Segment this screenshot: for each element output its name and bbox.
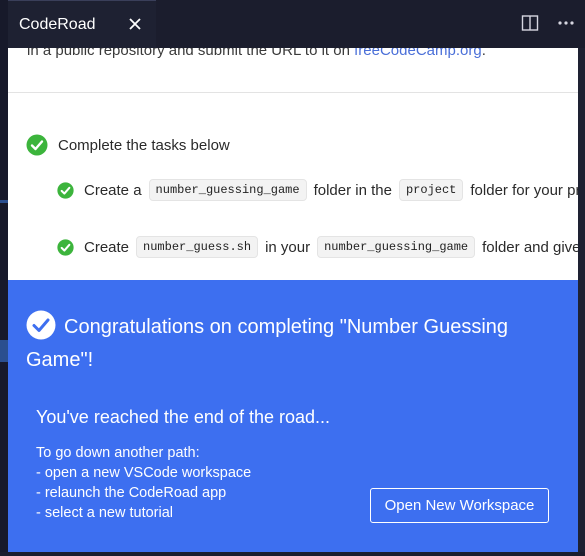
bottom-edge: [0, 552, 585, 556]
inline-code: number_guessing_game: [317, 236, 476, 258]
edge-marker: [0, 340, 8, 362]
check-circle-icon: [57, 181, 74, 199]
intro-suffix: .: [481, 48, 486, 59]
banner-subtitle: You've reached the end of the road...: [36, 407, 330, 427]
check-circle-icon: [26, 310, 56, 340]
right-edge: [578, 48, 585, 552]
divider: [8, 92, 578, 93]
tasks-heading: Complete the tasks below: [58, 136, 230, 154]
left-edge: [0, 0, 8, 556]
next-steps-list: To go down another path: - open a new VS…: [36, 443, 251, 523]
next-steps-line: To go down another path:: [36, 445, 200, 461]
tab-bar: CodeRoad: [8, 0, 585, 48]
task-text-pre: Create a: [84, 181, 142, 199]
tasks-heading-row: Complete the tasks below: [26, 134, 230, 156]
intro-text: in a public repository and submit the UR…: [27, 48, 578, 59]
close-icon[interactable]: [124, 13, 146, 35]
task-item: Create a number_guessing_game folder in …: [57, 179, 578, 201]
inline-code: number_guessing_game: [148, 179, 307, 201]
inline-code: number_guess.sh: [136, 236, 259, 258]
task-item: Create number_guess.sh in your number_gu…: [57, 236, 578, 258]
intro-prefix: in a public repository and submit the UR…: [27, 48, 350, 59]
completion-banner: Congratulations on completing "Number Gu…: [8, 280, 578, 552]
task-text-pre: Create: [84, 238, 130, 256]
freecodecamp-link[interactable]: freeCodeCamp.org: [354, 48, 482, 59]
next-steps-line: - relaunch the CodeRoad app: [36, 485, 227, 501]
tutorial-content: in a public repository and submit the UR…: [8, 48, 578, 280]
more-actions-icon[interactable]: [555, 12, 577, 34]
banner-title: Congratulations on completing "Number Gu…: [26, 316, 509, 371]
editor-actions: [519, 12, 577, 34]
banner-heading: Congratulations on completing "Number Gu…: [26, 310, 566, 377]
open-new-workspace-button[interactable]: Open New Workspace: [370, 488, 549, 523]
check-circle-icon: [26, 134, 48, 156]
tab-label: CodeRoad: [19, 15, 96, 33]
check-circle-icon: [57, 238, 74, 256]
task-text-post: folder and give it e: [482, 238, 578, 256]
task-text-mid: folder in the: [313, 181, 392, 199]
tab-coderoad[interactable]: CodeRoad: [8, 0, 156, 48]
next-steps-line: - open a new VSCode workspace: [36, 465, 252, 481]
inline-code: project: [398, 179, 464, 201]
next-steps-line: - select a new tutorial: [36, 505, 174, 521]
task-text-post: folder for your prog: [470, 181, 578, 199]
task-text-mid: in your: [265, 238, 311, 256]
split-editor-icon[interactable]: [519, 12, 541, 34]
edge-marker: [0, 200, 8, 203]
